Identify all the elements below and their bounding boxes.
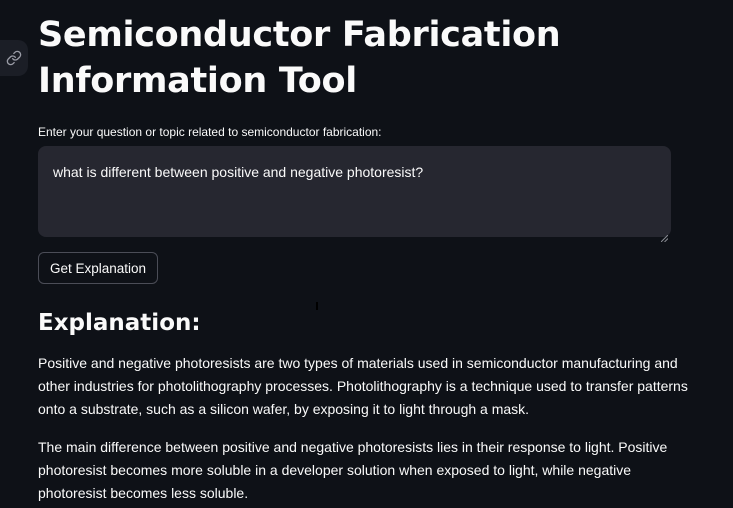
explanation-paragraph-1: Positive and negative photoresists are t…	[38, 355, 688, 417]
question-textarea-value: what is different between positive and n…	[53, 164, 424, 180]
page-title-line1: Semiconductor Fabrication	[38, 15, 561, 55]
app-page: Semiconductor Fabrication Information To…	[0, 0, 733, 508]
mouse-cursor	[316, 302, 318, 310]
get-explanation-button[interactable]: Get Explanation	[38, 252, 159, 284]
explanation-heading: Explanation:	[38, 310, 201, 336]
link-icon	[6, 50, 22, 66]
page-title: Semiconductor Fabrication Information To…	[38, 0, 672, 104]
resize-handle-icon[interactable]	[660, 227, 669, 243]
question-textarea[interactable]: what is different between positive and n…	[38, 146, 671, 243]
question-input-label: Enter your question or topic related to …	[38, 125, 382, 139]
explanation-paragraph-2: The main difference between positive and…	[38, 439, 668, 501]
page-title-line2: Information Tool	[38, 61, 357, 101]
main-content: Semiconductor Fabrication Information To…	[38, 0, 688, 505]
header-anchor-link[interactable]	[0, 40, 28, 76]
